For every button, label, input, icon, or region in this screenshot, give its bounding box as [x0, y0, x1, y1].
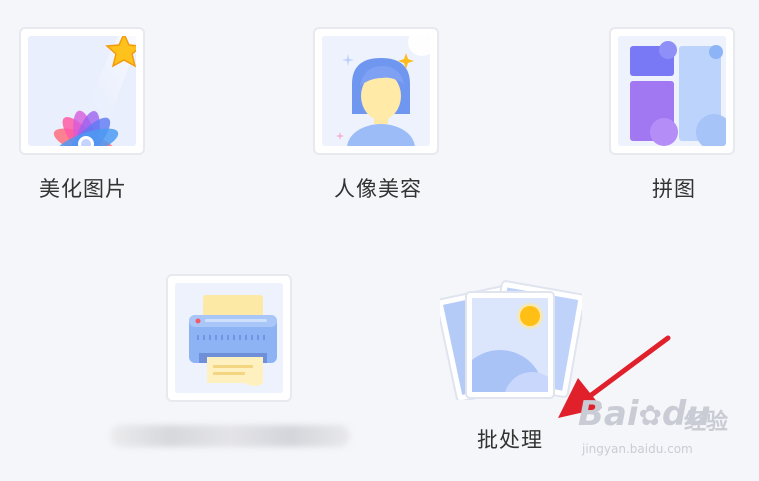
flower-star-icon: [28, 36, 136, 146]
watermark-jingyan: 经验: [684, 410, 729, 435]
batch-tool-label: 批处理: [477, 428, 543, 452]
portrait-tool-button[interactable]: [313, 27, 439, 155]
batch-tool-button[interactable]: [435, 274, 586, 403]
beautify-tool-button[interactable]: [19, 27, 145, 155]
print-tool-button[interactable]: [166, 274, 292, 402]
collage-icon: [618, 36, 726, 146]
portrait-icon: [322, 36, 430, 146]
collage-tool-label: 拼图: [652, 177, 696, 201]
watermark: Bai✿du 经验 jingyan.baidu.com: [578, 392, 756, 462]
watermark-url: jingyan.baidu.com: [582, 442, 693, 456]
beautify-tool-label: 美化图片: [39, 177, 127, 201]
printer-icon: [175, 283, 283, 393]
photo-stack-icon: [435, 280, 586, 403]
print-tool-label-blurred: [110, 425, 350, 447]
portrait-tool-label: 人像美容: [334, 177, 422, 201]
watermark-brand: Bai✿du: [578, 394, 711, 434]
collage-tool-button[interactable]: [609, 27, 735, 155]
paw-icon: ✿: [638, 399, 662, 432]
